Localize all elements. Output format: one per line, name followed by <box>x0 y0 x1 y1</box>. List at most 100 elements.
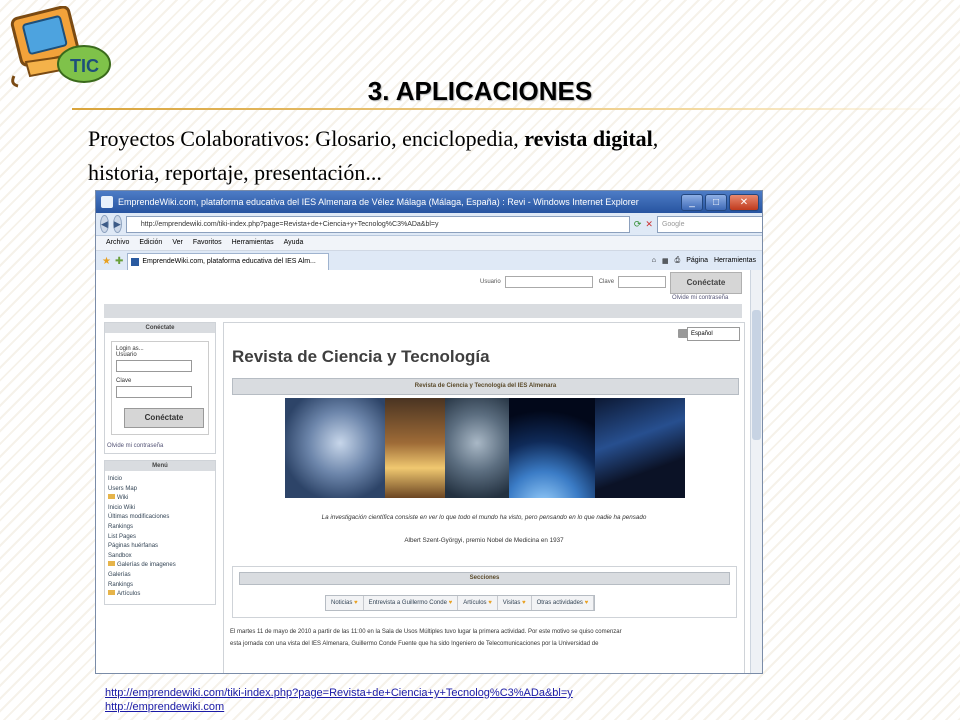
menu-item[interactable]: Sandbox <box>108 552 212 562</box>
slide-body: Proyectos Colaborativos: Glosario, encic… <box>88 122 948 190</box>
login-module: Conéctate Login as... Usuario Clave Coné… <box>104 322 216 454</box>
maximize-button[interactable]: □ <box>705 194 727 211</box>
menu-item[interactable]: Inicio Wiki <box>108 504 212 514</box>
page-scrollbar[interactable] <box>750 270 762 673</box>
side-pass-label: Clave <box>116 378 132 384</box>
side-login-button[interactable]: Conéctate <box>124 408 204 428</box>
page-title: Revista de Ciencia y Tecnología <box>232 347 490 366</box>
menu-favoritos[interactable]: Favoritos <box>193 236 222 250</box>
menu-item[interactable]: Users Map <box>108 485 212 495</box>
section-link[interactable]: Noticias <box>326 596 364 610</box>
menu-archivo[interactable]: Archivo <box>106 236 129 250</box>
ie-page-icon <box>101 196 113 208</box>
ie-title-bar: EmprendeWiki.com, plataforma educativa d… <box>96 191 762 213</box>
back-arrow-icon[interactable]: ◀ <box>100 215 109 233</box>
menu-item[interactable]: Galerías <box>108 571 212 581</box>
home-icon[interactable]: ⌂ <box>652 257 656 265</box>
nav-bar <box>104 304 742 318</box>
body-line2: historia, reportaje, presentación... <box>88 160 382 185</box>
menu-module-header: Menú <box>105 461 215 471</box>
menu-edicion[interactable]: Edición <box>139 236 162 250</box>
web-page: Usuario Clave Conéctate Olvide mi contra… <box>96 270 762 673</box>
title-rule <box>72 108 960 110</box>
menu-item[interactable]: List Pages <box>108 533 212 543</box>
sections-row: Noticias Entrevista a Guillermo Conde Ar… <box>325 595 596 611</box>
forward-arrow-icon[interactable]: ▶ <box>112 215 122 233</box>
window-controls: _ □ ✕ <box>681 194 759 211</box>
address-bar: ◀ ▶ http://emprendewiki.com/tiki-index.p… <box>96 213 762 236</box>
section-link[interactable]: Visitas <box>498 596 532 610</box>
menu-item-label: Galerías de imagenes <box>117 562 176 569</box>
top-login-button[interactable]: Conéctate <box>670 272 742 294</box>
top-user-field[interactable] <box>504 276 593 288</box>
top-pass-field[interactable] <box>618 276 667 288</box>
main-content: Español Revista de Ciencia y Tecnología … <box>223 322 745 673</box>
menu-herramientas[interactable]: Herramientas <box>232 236 274 250</box>
add-favorite-icon[interactable]: ✚ <box>115 256 123 267</box>
window-title: EmprendeWiki.com, plataforma educativa d… <box>118 197 639 207</box>
emprendewiki-link[interactable]: http://emprendewiki.com <box>105 700 573 714</box>
print-icon[interactable]: ⎙ <box>675 257 681 265</box>
quote-author: Albert Szent-Györgyi, premio Nobel de Me… <box>404 537 564 544</box>
menu-item[interactable]: Últimas modificaciones <box>108 513 212 523</box>
menu-item[interactable]: Páginas huérfanas <box>108 542 212 552</box>
photo-scientist <box>285 398 385 498</box>
body-suffix: , <box>652 126 659 151</box>
tab-bar: ★ ✚ EmprendeWiki.com, plataforma educati… <box>96 251 762 272</box>
section-link[interactable]: Artículos <box>458 596 498 610</box>
subtitle-bar: Revista de Ciencia y Tecnología del IES … <box>232 378 739 395</box>
favorites-star-icon[interactable]: ★ <box>102 256 111 267</box>
side-pass-field[interactable] <box>116 386 192 398</box>
sections-header: Secciones <box>239 572 730 585</box>
side-user-label: Usuario <box>116 352 137 358</box>
menu-folder-articulos[interactable]: Artículos <box>108 590 212 600</box>
paragraph-line: El martes 11 de mayo de 2010 a partir de… <box>230 629 622 635</box>
menu-item[interactable]: Rankings <box>108 581 212 591</box>
search-input[interactable]: Google <box>656 215 762 233</box>
language-select[interactable]: Español <box>687 327 740 341</box>
menu-item[interactable]: Inicio <box>108 475 212 485</box>
section-link[interactable]: Entrevista a Guillermo Conde <box>364 596 459 610</box>
side-user-field[interactable] <box>116 360 192 372</box>
photo-lab-worker <box>445 398 509 498</box>
refresh-icon[interactable]: ⟳ <box>634 218 642 231</box>
sections-box: Secciones Noticias Entrevista a Guillerm… <box>232 566 737 618</box>
menu-module: Menú Inicio Users Map Wiki Inicio Wiki Ú… <box>104 460 216 605</box>
body-prefix: Proyectos Colaborativos: Glosario, encic… <box>88 126 525 151</box>
menu-item-label: Artículos <box>117 591 141 598</box>
menu-ayuda[interactable]: Ayuda <box>284 236 304 250</box>
login-module-header: Conéctate <box>105 323 215 333</box>
photo-lab-flasks <box>385 398 445 498</box>
science-photo-collage <box>285 398 685 498</box>
photo-fiber-keyboard <box>595 398 685 498</box>
command-bar: ⌂ ▦ ⎙ Página Herramientas <box>652 257 762 265</box>
quote-text: La investigación científica consiste en … <box>321 514 647 521</box>
menu-bar: Archivo Edición Ver Favoritos Herramient… <box>96 236 762 251</box>
close-button[interactable]: ✕ <box>729 194 759 211</box>
top-forgot-link[interactable]: Olvide mi contraseña <box>672 295 728 301</box>
feeds-icon[interactable]: ▦ <box>662 257 669 265</box>
menu-folder-galerias[interactable]: Galerías de imagenes <box>108 561 212 571</box>
top-login-bar: Usuario Clave <box>96 270 751 294</box>
menu-folder-wiki[interactable]: Wiki <box>108 494 212 504</box>
body-bold: revista digital <box>524 126 653 151</box>
minimize-button[interactable]: _ <box>681 194 703 211</box>
menu-ver[interactable]: Ver <box>172 236 183 250</box>
page-menu[interactable]: Página <box>686 257 708 265</box>
browser-tab[interactable]: EmprendeWiki.com, plataforma educativa d… <box>127 252 330 270</box>
menu-list: Inicio Users Map Wiki Inicio Wiki Última… <box>105 471 215 604</box>
scrollbar-thumb[interactable] <box>752 310 761 440</box>
slide-title: 3. APLICACIONES <box>367 76 593 106</box>
tools-menu[interactable]: Herramientas <box>714 257 756 265</box>
news-paragraph: El martes 11 de mayo de 2010 a partir de… <box>230 626 740 652</box>
revista-link[interactable]: http://emprendewiki.com/tiki-index.php?p… <box>105 686 573 700</box>
top-pass-label: Clave <box>598 279 615 285</box>
url-input[interactable]: http://emprendewiki.com/tiki-index.php?p… <box>125 215 630 233</box>
paragraph-line: esta jornada con una vista del IES Almen… <box>230 641 599 647</box>
menu-item-label: Wiki <box>117 495 129 502</box>
section-link[interactable]: Otras actividades <box>532 596 595 610</box>
stop-icon[interactable]: ✕ <box>645 218 653 231</box>
side-forgot-link[interactable]: Olvide mi contraseña <box>105 443 215 453</box>
photo-earth <box>509 398 595 498</box>
menu-item[interactable]: Rankings <box>108 523 212 533</box>
